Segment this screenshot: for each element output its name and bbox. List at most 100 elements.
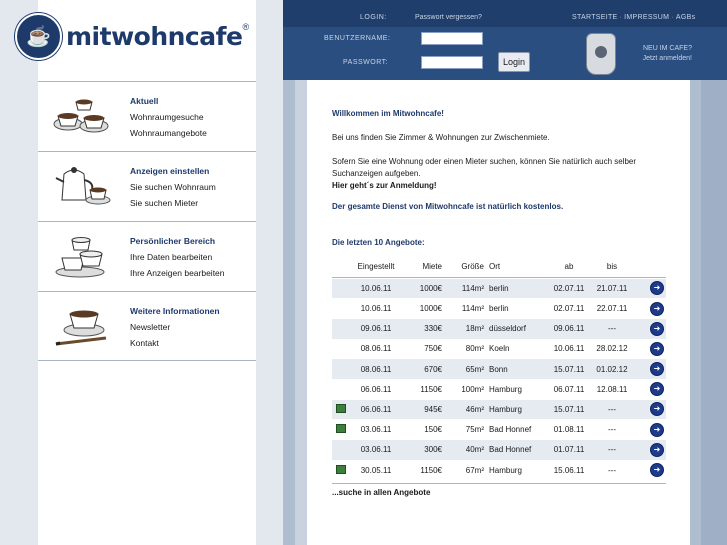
table-row[interactable]: 03.06.11 300€ 40m² Bad Honnef 01.07.11 --- ➜ [332, 440, 666, 460]
arrow-right-icon[interactable]: ➜ [650, 321, 664, 336]
arrow-right-icon[interactable]: ➜ [650, 402, 664, 417]
cell-miete: 1150€ [420, 384, 442, 394]
nav-title-aktuell: Aktuell [130, 96, 159, 106]
table-row[interactable]: 09.06.11 330€ 18m² düsseldorf 09.06.11 --- ➜ [332, 318, 666, 339]
header-ab: ab [564, 262, 574, 271]
go-cell: ➜ [634, 422, 666, 437]
header-eingestellt: Eingestellt [357, 262, 395, 271]
table-row[interactable]: 03.06.11 150€ 75m² Bad Honnef 01.08.11 --- ➜ [332, 420, 666, 440]
cell-bis: --- [608, 445, 616, 455]
go-cell: ➜ [634, 281, 666, 296]
photo-icon[interactable] [336, 424, 346, 434]
nav-title-weitere: Weitere Informationen [130, 306, 220, 316]
arrow-right-icon[interactable]: ➜ [650, 341, 664, 356]
photo-icon[interactable] [336, 403, 346, 413]
cell-miete: 945€ [424, 404, 442, 414]
nav-link-suchen-wohnraum[interactable]: Sie suchen Wohnraum [130, 182, 216, 192]
cell-ab: 15.07.11 [553, 404, 585, 414]
photo-icon[interactable] [336, 464, 346, 474]
arrow-right-icon[interactable]: ➜ [650, 382, 664, 397]
photo-icon-cell [332, 464, 350, 476]
nav-link-kontakt[interactable]: Kontakt [130, 338, 220, 348]
arrow-right-icon[interactable]: ➜ [650, 281, 664, 296]
search-all-link[interactable]: ...suche in allen Angebote [332, 482, 666, 497]
cell-groesse: 114m² [461, 283, 484, 293]
cell-eingestellt: 30.05.11 [360, 465, 392, 475]
menu-startseite[interactable]: STARTSEITE [572, 14, 618, 21]
nav-link-wohnraumangebote[interactable]: Wohnraumangebote [130, 128, 207, 138]
cell-eingestellt: 06.06.11 [360, 384, 392, 394]
search-info-line2: Suchanzeigen aufgeben. [332, 169, 421, 178]
nav-section-aktuell: Aktuell Wohnraumgesuche Wohnraumangebote [38, 81, 256, 151]
go-cell: ➜ [634, 362, 666, 377]
coffee-cup-logo-icon: ☕ [15, 13, 62, 60]
table-row[interactable]: 08.06.11 750€ 80m² Koeln 10.06.11 28.02.12 ➜ [332, 339, 666, 359]
cell-eingestellt: 08.06.11 [360, 344, 392, 354]
nav-link-suchen-mieter[interactable]: Sie suchen Mieter [130, 198, 216, 208]
header-miete: Miete [422, 262, 442, 271]
password-label: PASSWORT: [343, 59, 389, 66]
go-cell: ➜ [634, 382, 666, 397]
password-field[interactable] [421, 56, 483, 69]
cell-ab: 15.06.11 [553, 465, 585, 475]
cell-groesse: 80m² [465, 344, 484, 354]
table-header: Eingestellt Miete Größe Ort ab bis [332, 260, 666, 278]
photo-icon-cell [332, 403, 350, 415]
table-row[interactable]: 10.06.11 1000€ 114m² berlin 02.07.11 22.07.11… [332, 299, 666, 319]
cell-ort: düsseldorf [489, 324, 526, 334]
table-row[interactable]: 06.06.11 945€ 46m² Hamburg 15.07.11 --- ➜ [332, 399, 666, 420]
login-label: LOGIN: [360, 14, 387, 21]
table-row[interactable]: 10.06.11 1000€ 114m² berlin 02.07.11 21.07.11… [332, 278, 666, 299]
table-row[interactable]: 30.05.11 1150€ 67m² Hamburg 15.06.11 --- ➜ [332, 460, 666, 480]
go-cell: ➜ [634, 442, 666, 457]
nav-title-anzeigen: Anzeigen einstellen [130, 166, 210, 176]
cell-groesse: 75m² [465, 425, 484, 435]
coffee-cups-icon [50, 92, 116, 140]
arrow-right-icon[interactable]: ➜ [650, 362, 664, 377]
cell-ab: 02.07.11 [553, 283, 585, 293]
coffee-pot-icon [50, 162, 116, 210]
cell-eingestellt: 08.06.11 [360, 364, 392, 374]
table-row[interactable]: 06.06.11 1150€ 100m² Hamburg 06.07.11 12.08.1… [332, 379, 666, 399]
cell-ort: berlin [489, 283, 509, 293]
go-cell: ➜ [634, 321, 666, 336]
register-link[interactable]: Hier geht´s zur Anmeldung! [332, 181, 437, 190]
cell-miete: 1000€ [419, 283, 442, 293]
arrow-right-icon[interactable]: ➜ [650, 463, 664, 478]
cell-miete: 1000€ [419, 304, 442, 314]
cell-ab: 10.06.11 [553, 344, 585, 354]
header-bis: bis [606, 262, 618, 271]
arrow-right-icon[interactable]: ➜ [650, 301, 664, 316]
nav-section-persoenlich: Persönlicher Bereich Ihre Daten bearbeit… [38, 221, 256, 291]
cell-groesse: 40m² [465, 445, 484, 455]
arrow-right-icon[interactable]: ➜ [650, 422, 664, 437]
cell-ab: 09.06.11 [553, 324, 585, 334]
header-groesse: Größe [461, 262, 484, 271]
go-cell: ➜ [634, 301, 666, 316]
cell-miete: 300€ [424, 445, 442, 455]
menu-impressum[interactable]: IMPRESSUM [624, 14, 669, 21]
nav-link-newsletter[interactable]: Newsletter [130, 322, 220, 332]
left-strip [0, 0, 38, 545]
menu-agbs[interactable]: AGBs [676, 14, 695, 21]
nav-link-anzeigen-bearbeiten[interactable]: Ihre Anzeigen bearbeiten [130, 268, 225, 278]
cell-ort: Koeln [489, 344, 510, 354]
cell-ort: Hamburg [489, 465, 522, 475]
nav-link-daten-bearbeiten[interactable]: Ihre Daten bearbeiten [130, 252, 225, 262]
username-field[interactable] [421, 32, 483, 45]
table-row[interactable]: 08.06.11 670€ 65m² Bonn 15.07.11 01.02.12 ➜ [332, 359, 666, 379]
cell-eingestellt: 10.06.11 [360, 283, 392, 293]
cell-miete: 150€ [424, 425, 442, 435]
arrow-right-icon[interactable]: ➜ [650, 442, 664, 457]
login-button[interactable]: Login [498, 52, 530, 72]
logo-text: mitwohncafe [66, 22, 243, 51]
forgot-password-link[interactable]: Passwort vergessen? [415, 14, 482, 21]
cell-ab: 01.07.11 [553, 445, 585, 455]
search-info-line1: Sofern Sie eine Wohnung oder einen Miete… [332, 157, 637, 166]
site-logo[interactable]: ☕ mitwohncafe ® [15, 13, 249, 60]
register-teaser[interactable]: NEU IM CAFE? Jetzt anmelden! [643, 44, 692, 64]
cell-ort: Hamburg [489, 384, 522, 394]
cell-bis: --- [608, 324, 616, 334]
cell-bis: 12.08.11 [596, 384, 628, 394]
nav-link-wohnraumgesuche[interactable]: Wohnraumgesuche [130, 112, 207, 122]
